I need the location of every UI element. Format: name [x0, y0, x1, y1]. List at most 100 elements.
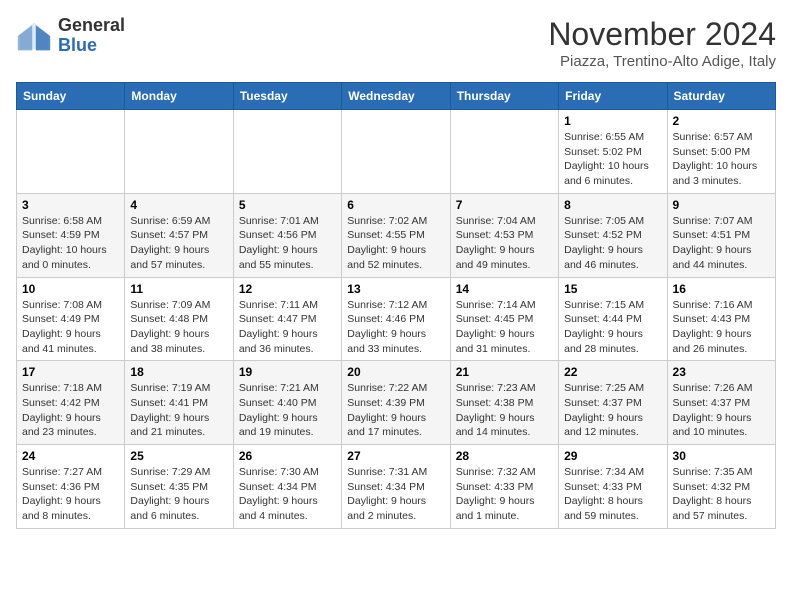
calendar-cell: 17Sunrise: 7:18 AM Sunset: 4:42 PM Dayli… [17, 361, 125, 445]
calendar-cell [125, 110, 233, 194]
day-info: Sunrise: 7:11 AM Sunset: 4:47 PM Dayligh… [239, 298, 336, 357]
day-info: Sunrise: 7:16 AM Sunset: 4:43 PM Dayligh… [673, 298, 770, 357]
calendar-week-row: 3 Sunrise: 6:58 AM Sunset: 4:59 PM Daylig… [17, 193, 776, 277]
day-info: Sunrise: 7:30 AM Sunset: 4:34 PM Dayligh… [239, 465, 336, 524]
logo-general: General [58, 15, 125, 35]
calendar-week-row: 17Sunrise: 7:18 AM Sunset: 4:42 PM Dayli… [17, 361, 776, 445]
day-info: Sunrise: 7:34 AM Sunset: 4:33 PM Dayligh… [564, 465, 661, 524]
calendar-cell: 25Sunrise: 7:29 AM Sunset: 4:35 PM Dayli… [125, 445, 233, 529]
day-info: Sunrise: 7:12 AM Sunset: 4:46 PM Dayligh… [347, 298, 444, 357]
day-number: 4 [130, 198, 227, 212]
day-info: Sunrise: 7:04 AM Sunset: 4:53 PM Dayligh… [456, 214, 553, 273]
calendar-cell: 26 Sunrise: 7:30 AM Sunset: 4:34 PM Dayli… [233, 445, 341, 529]
calendar-cell: 29Sunrise: 7:34 AM Sunset: 4:33 PM Dayli… [559, 445, 667, 529]
calendar-cell: 6 Sunrise: 7:02 AM Sunset: 4:55 PM Daylig… [342, 193, 450, 277]
calendar-week-row: 1Sunrise: 6:55 AM Sunset: 5:02 PM Daylig… [17, 110, 776, 194]
calendar-cell: 15Sunrise: 7:15 AM Sunset: 4:44 PM Dayli… [559, 277, 667, 361]
day-number: 2 [673, 114, 770, 128]
calendar-cell [450, 110, 558, 194]
calendar-cell: 9 Sunrise: 7:07 AM Sunset: 4:51 PM Daylig… [667, 193, 775, 277]
day-info: Sunrise: 7:18 AM Sunset: 4:42 PM Dayligh… [22, 381, 119, 440]
calendar-cell: 14 Sunrise: 7:14 AM Sunset: 4:45 PM Dayli… [450, 277, 558, 361]
day-number: 18 [130, 365, 227, 379]
logo-blue: Blue [58, 35, 97, 55]
day-number: 19 [239, 365, 336, 379]
day-info: Sunrise: 7:14 AM Sunset: 4:45 PM Dayligh… [456, 298, 553, 357]
day-info: Sunrise: 7:05 AM Sunset: 4:52 PM Dayligh… [564, 214, 661, 273]
calendar-cell: 23 Sunrise: 7:26 AM Sunset: 4:37 PM Dayli… [667, 361, 775, 445]
calendar-cell: 4 Sunrise: 6:59 AM Sunset: 4:57 PM Daylig… [125, 193, 233, 277]
calendar-cell: 3 Sunrise: 6:58 AM Sunset: 4:59 PM Daylig… [17, 193, 125, 277]
col-header-thursday: Thursday [450, 83, 558, 110]
col-header-sunday: Sunday [17, 83, 125, 110]
col-header-wednesday: Wednesday [342, 83, 450, 110]
calendar-cell: 20Sunrise: 7:22 AM Sunset: 4:39 PM Dayli… [342, 361, 450, 445]
day-number: 20 [347, 365, 444, 379]
calendar-cell: 22 Sunrise: 7:25 AM Sunset: 4:37 PM Dayli… [559, 361, 667, 445]
day-info: Sunrise: 6:59 AM Sunset: 4:57 PM Dayligh… [130, 214, 227, 273]
day-info: Sunrise: 7:27 AM Sunset: 4:36 PM Dayligh… [22, 465, 119, 524]
day-number: 10 [22, 282, 119, 296]
day-number: 30 [673, 449, 770, 463]
day-number: 14 [456, 282, 553, 296]
title-block: November 2024 Piazza, Trentino-Alto Adig… [548, 16, 776, 70]
calendar-cell: 30 Sunrise: 7:35 AM Sunset: 4:32 PM Dayli… [667, 445, 775, 529]
logo: General Blue [16, 16, 125, 56]
calendar-cell: 24Sunrise: 7:27 AM Sunset: 4:36 PM Dayli… [17, 445, 125, 529]
day-info: Sunrise: 7:25 AM Sunset: 4:37 PM Dayligh… [564, 381, 661, 440]
col-header-monday: Monday [125, 83, 233, 110]
day-info: Sunrise: 7:08 AM Sunset: 4:49 PM Dayligh… [22, 298, 119, 357]
day-number: 7 [456, 198, 553, 212]
logo-text: General Blue [58, 16, 125, 56]
calendar-cell [17, 110, 125, 194]
col-header-saturday: Saturday [667, 83, 775, 110]
day-info: Sunrise: 6:58 AM Sunset: 4:59 PM Dayligh… [22, 214, 119, 273]
calendar-cell: 11 Sunrise: 7:09 AM Sunset: 4:48 PM Dayli… [125, 277, 233, 361]
day-info: Sunrise: 7:26 AM Sunset: 4:37 PM Dayligh… [673, 381, 770, 440]
day-number: 12 [239, 282, 336, 296]
day-number: 22 [564, 365, 661, 379]
calendar-cell: 5Sunrise: 7:01 AM Sunset: 4:56 PM Daylig… [233, 193, 341, 277]
calendar-cell: 8 Sunrise: 7:05 AM Sunset: 4:52 PM Daylig… [559, 193, 667, 277]
location: Piazza, Trentino-Alto Adige, Italy [548, 53, 776, 70]
day-info: Sunrise: 6:57 AM Sunset: 5:00 PM Dayligh… [673, 130, 770, 189]
day-number: 5 [239, 198, 336, 212]
day-number: 11 [130, 282, 227, 296]
day-number: 15 [564, 282, 661, 296]
day-info: Sunrise: 7:21 AM Sunset: 4:40 PM Dayligh… [239, 381, 336, 440]
day-info: Sunrise: 6:55 AM Sunset: 5:02 PM Dayligh… [564, 130, 661, 189]
day-number: 3 [22, 198, 119, 212]
calendar-cell: 19 Sunrise: 7:21 AM Sunset: 4:40 PM Dayli… [233, 361, 341, 445]
calendar-cell: 28Sunrise: 7:32 AM Sunset: 4:33 PM Dayli… [450, 445, 558, 529]
calendar-cell: 12 Sunrise: 7:11 AM Sunset: 4:47 PM Dayli… [233, 277, 341, 361]
day-info: Sunrise: 7:31 AM Sunset: 4:34 PM Dayligh… [347, 465, 444, 524]
day-info: Sunrise: 7:07 AM Sunset: 4:51 PM Dayligh… [673, 214, 770, 273]
day-info: Sunrise: 7:35 AM Sunset: 4:32 PM Dayligh… [673, 465, 770, 524]
calendar-cell: 13 Sunrise: 7:12 AM Sunset: 4:46 PM Dayli… [342, 277, 450, 361]
calendar-week-row: 24Sunrise: 7:27 AM Sunset: 4:36 PM Dayli… [17, 445, 776, 529]
day-info: Sunrise: 7:23 AM Sunset: 4:38 PM Dayligh… [456, 381, 553, 440]
day-number: 6 [347, 198, 444, 212]
day-info: Sunrise: 7:09 AM Sunset: 4:48 PM Dayligh… [130, 298, 227, 357]
day-info: Sunrise: 7:02 AM Sunset: 4:55 PM Dayligh… [347, 214, 444, 273]
calendar-cell: 10 Sunrise: 7:08 AM Sunset: 4:49 PM Dayli… [17, 277, 125, 361]
calendar-cell: 1Sunrise: 6:55 AM Sunset: 5:02 PM Daylig… [559, 110, 667, 194]
calendar-cell: 18Sunrise: 7:19 AM Sunset: 4:41 PM Dayli… [125, 361, 233, 445]
calendar: SundayMondayTuesdayWednesdayThursdayFrid… [16, 82, 776, 529]
logo-icon [16, 18, 52, 54]
day-number: 13 [347, 282, 444, 296]
day-info: Sunrise: 7:32 AM Sunset: 4:33 PM Dayligh… [456, 465, 553, 524]
day-number: 21 [456, 365, 553, 379]
calendar-cell [233, 110, 341, 194]
calendar-cell [342, 110, 450, 194]
day-number: 9 [673, 198, 770, 212]
day-number: 26 [239, 449, 336, 463]
calendar-cell: 27Sunrise: 7:31 AM Sunset: 4:34 PM Dayli… [342, 445, 450, 529]
day-number: 23 [673, 365, 770, 379]
day-info: Sunrise: 7:29 AM Sunset: 4:35 PM Dayligh… [130, 465, 227, 524]
calendar-week-row: 10 Sunrise: 7:08 AM Sunset: 4:49 PM Dayli… [17, 277, 776, 361]
calendar-cell: 21 Sunrise: 7:23 AM Sunset: 4:38 PM Dayli… [450, 361, 558, 445]
col-header-tuesday: Tuesday [233, 83, 341, 110]
calendar-cell: 16Sunrise: 7:16 AM Sunset: 4:43 PM Dayli… [667, 277, 775, 361]
day-number: 8 [564, 198, 661, 212]
